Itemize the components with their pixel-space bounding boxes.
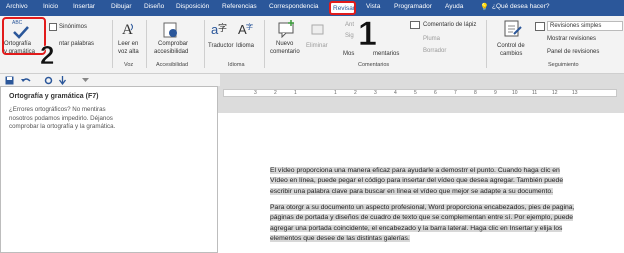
translate-icon: a字 [211,22,227,37]
thesaurus-button[interactable]: Sinónimos [59,23,87,31]
ruler-mark: 8 [474,90,477,96]
down-arrow-icon[interactable] [58,76,67,85]
markup-icon [535,22,545,31]
text-line: páginas de portada y diseños de cuadro d… [270,214,574,222]
tab-diseno[interactable]: Diseño [144,3,164,10]
ink-comment-icon [410,21,420,29]
show-comments-label[interactable]: mentarios [373,50,399,58]
ruler-mark: 2 [274,90,277,96]
word-count-button[interactable]: ntar palabras [59,40,94,48]
eraser-button[interactable]: Borrador [423,47,446,55]
markup-view-select[interactable]: Revisiones simples [547,21,623,31]
read-aloud-label[interactable]: Leer en [118,40,138,48]
show-comments-button[interactable]: Mos [343,50,354,58]
svg-text:字: 字 [246,22,253,31]
paragraph-1[interactable]: El vídeo proporciona una manera eficaz p… [270,166,614,197]
text-line: Para otorgr a su documento un aspecto pr… [270,204,575,211]
delete-comment-icon [311,24,324,35]
ruler-mark: 6 [434,90,437,96]
thesaurus-icon [49,23,57,31]
tooltip-title: Ortografía y gramática (F7) [9,93,99,100]
tab-insertar[interactable]: Insertar [73,3,95,10]
text-line: El vídeo proporciona una manera eficaz p… [270,167,560,174]
undo-icon[interactable] [20,76,32,85]
spelling-tooltip: Ortografía y gramática (F7) ¿Errores ort… [0,86,218,253]
svg-text:字: 字 [218,22,227,33]
group-seguimiento: Seguimiento [548,62,579,68]
track-changes-label[interactable]: Control de [497,42,525,50]
tab-archivo[interactable]: Archivo [6,3,28,10]
tab-revisar[interactable]: Revisar [329,1,356,15]
text-line: escribir una palabra clave para buscar e… [270,187,554,195]
ruler-mark: 1 [294,90,297,96]
tooltip-description: ¿Errores ortográficos? No mentiras nosot… [9,106,116,131]
language-button[interactable]: Idioma [236,42,254,50]
delete-comment-button[interactable]: Eliminar [306,42,328,50]
check-accessibility-label-2[interactable]: accesibilidad [154,48,188,56]
tab-programador[interactable]: Programador [394,3,432,10]
track-changes-label-2[interactable]: cambios [500,50,522,58]
redo-icon[interactable] [44,76,53,85]
reviewing-pane-button[interactable]: Panel de revisiones [547,48,599,56]
customize-qat-icon[interactable] [82,77,89,83]
ruler-mark: 2 [354,90,357,96]
ruler-mark: 1 [334,90,337,96]
tab-vista[interactable]: Vista [366,3,380,10]
group-voz: Voz [124,62,134,68]
new-comment-label[interactable]: Nuevo [276,40,293,48]
group-accesibilidad: Accesibilidad [156,62,189,68]
ruler-mark: 3 [254,90,257,96]
ruler-mark: 5 [414,90,417,96]
ruler-mark: 13 [572,90,578,96]
ruler-mark: 10 [512,90,518,96]
ruler-mark: 3 [374,90,377,96]
tab-ayuda[interactable]: Ayuda [445,3,463,10]
lightbulb-icon: 💡 [480,4,489,11]
text-line: Vídeo en línea, puede pegar el código pa… [270,177,564,185]
quick-access-toolbar [0,74,220,86]
tab-disposicion[interactable]: Disposición [176,3,209,10]
new-comment-label-2[interactable]: comentario [270,48,300,56]
tab-dibujar[interactable]: Dibujar [111,3,132,10]
tab-correspondencia[interactable]: Correspondencia [269,3,319,10]
tell-me-search[interactable]: ¿Qué desea hacer? [492,3,549,10]
save-icon[interactable] [5,76,14,85]
step-number-2: 2 [40,40,55,70]
new-comment-icon [278,20,294,38]
translate-button[interactable]: Traductor [208,42,233,50]
paragraph-2[interactable]: Para otorgr a su documento un aspecto pr… [270,203,614,245]
ruler-mark: 11 [532,90,538,96]
language-icon: A字 [238,22,253,37]
check-accessibility-label[interactable]: Comprobar [158,40,188,48]
step-number-1: 1 [358,15,377,53]
pen-button[interactable]: Pluma [423,35,440,43]
tab-referencias[interactable]: Referencias [222,3,257,10]
read-aloud-icon: A [122,22,133,38]
track-changes-icon [504,20,522,37]
ruler-mark: 7 [454,90,457,96]
previous-comment-button[interactable]: Ant [345,21,354,29]
ruler-mark: 9 [494,90,497,96]
group-idioma: Idioma [228,62,245,68]
show-markup-button[interactable]: Mostrar revisiones [547,35,596,43]
next-comment-button[interactable]: Sig [345,32,354,40]
ruler-mark: 4 [394,90,397,96]
ribbon-tab-bar: Archivo Inicio Insertar Dibujar Diseño D… [0,0,624,16]
ruler-mark: 12 [552,90,558,96]
group-comentarios: Comentarios [358,62,390,68]
tab-inicio[interactable]: Inicio [43,3,58,10]
horizontal-ruler[interactable]: 3 2 1 1 2 3 4 5 6 7 8 9 10 11 12 13 [223,89,617,97]
ink-comment-button[interactable]: Comentario de lápiz [423,21,476,29]
text-line: agregar una portada coincidente, el enca… [270,224,563,232]
text-line: elementos que desee de las distintas gal… [270,235,410,243]
read-aloud-label-2[interactable]: voz alta [118,48,139,56]
accessibility-icon [163,22,177,38]
